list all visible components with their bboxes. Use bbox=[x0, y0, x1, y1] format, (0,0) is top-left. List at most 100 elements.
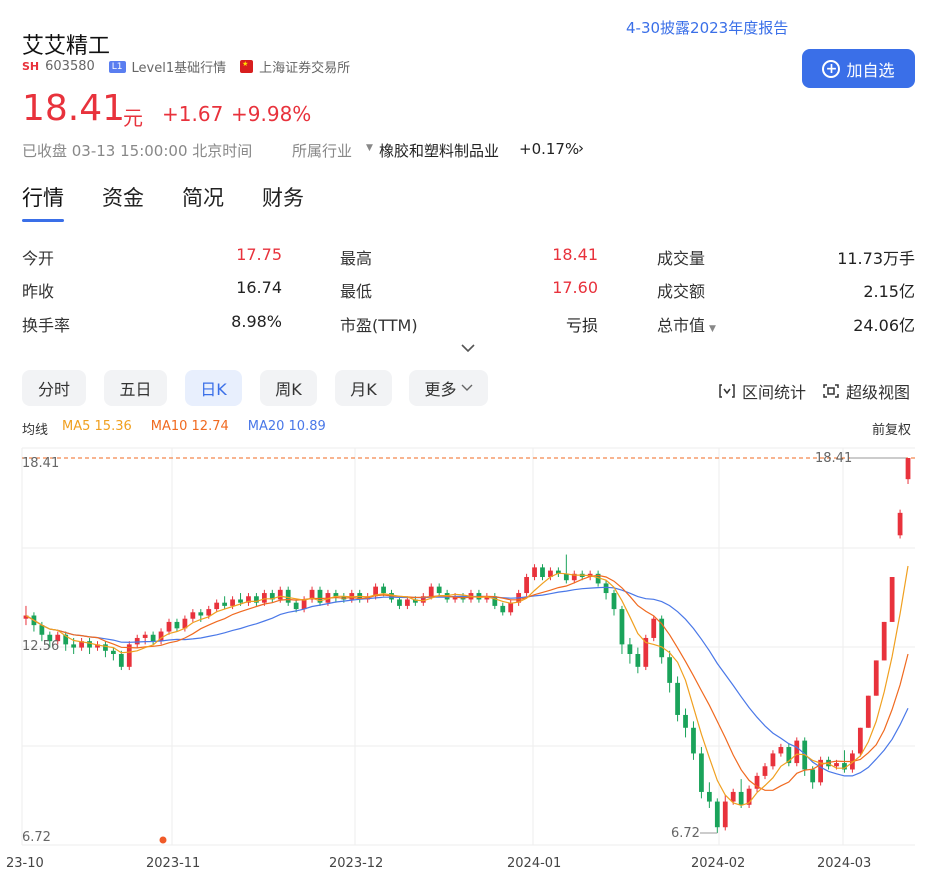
stat-value: 24.06亿 bbox=[853, 316, 915, 335]
period-weekly-k[interactable]: 周K bbox=[260, 370, 317, 406]
stat-value: 16.74 bbox=[236, 278, 282, 297]
tab-profile[interactable]: 简况 bbox=[182, 182, 224, 212]
price-change-pct: +9.98% bbox=[231, 102, 312, 126]
candle-body bbox=[675, 682, 680, 715]
add-watchlist-label: 加自选 bbox=[846, 60, 895, 80]
caret-down-icon[interactable]: ▼ bbox=[709, 324, 716, 334]
legend-ma10: MA10 12.74 bbox=[150, 419, 229, 434]
price-change: +1.67 bbox=[162, 102, 224, 126]
candle-body bbox=[190, 612, 196, 619]
caret-down-icon[interactable]: ▼ bbox=[366, 143, 373, 153]
candle-body bbox=[381, 586, 386, 594]
stat-label: 成交量 bbox=[657, 249, 706, 268]
super-view-button[interactable]: 超级视图 bbox=[822, 379, 910, 403]
x-tick-label: 2024-02 bbox=[691, 856, 745, 871]
candle-body bbox=[222, 602, 228, 606]
candle-body bbox=[770, 753, 776, 767]
candle-body bbox=[540, 567, 545, 578]
high-marker-label: 18.41 bbox=[815, 451, 852, 466]
candle-body bbox=[532, 567, 537, 578]
candle-body bbox=[111, 650, 116, 655]
candle-body bbox=[699, 753, 704, 792]
china-flag-icon bbox=[240, 60, 254, 73]
period-5day[interactable]: 五日 bbox=[104, 370, 167, 406]
candle-body bbox=[603, 583, 609, 594]
candle-body bbox=[277, 589, 283, 600]
candle-body bbox=[500, 605, 506, 613]
candlestick-chart[interactable]: 18.41 12.56 6.72 18.41 6.72 23-10 2023-11 2023-… bbox=[0, 440, 948, 878]
candle-body bbox=[206, 609, 212, 616]
y-tick-label: 6.72 bbox=[22, 830, 51, 845]
x-tick-label: 2023-11 bbox=[146, 856, 200, 871]
candle-body bbox=[87, 641, 92, 648]
stat-label: 市盈(TTM) bbox=[340, 316, 418, 335]
annual-report-link[interactable]: 4-30披露2023年度报告 bbox=[626, 17, 788, 38]
add-watchlist-button[interactable]: + 加自选 bbox=[802, 49, 915, 88]
period-monthly-k[interactable]: 月K bbox=[335, 370, 392, 406]
exchange-name: 上海证券交易所 bbox=[259, 61, 351, 76]
tab-market[interactable]: 行情 bbox=[22, 182, 64, 222]
stat-value: 亏损 bbox=[565, 316, 598, 335]
candle-body bbox=[301, 599, 307, 610]
candle-body bbox=[214, 602, 220, 610]
period-more[interactable]: 更多 bbox=[409, 370, 488, 406]
candle-body bbox=[118, 654, 124, 667]
fullscreen-icon bbox=[823, 384, 839, 398]
candle-body bbox=[285, 589, 291, 603]
range-stats-button[interactable]: 区间统计 bbox=[718, 379, 806, 403]
ma5-line bbox=[25, 565, 909, 807]
level1-icon: L1 bbox=[108, 60, 126, 73]
tab-finance[interactable]: 财务 bbox=[262, 182, 304, 212]
adjust-mode[interactable]: 前复权 bbox=[872, 419, 911, 438]
candle-body bbox=[405, 599, 410, 606]
candle-body bbox=[794, 740, 800, 764]
super-view-label: 超级视图 bbox=[846, 383, 911, 402]
stat-value: 2.15亿 bbox=[863, 282, 915, 301]
candle-body bbox=[563, 573, 569, 581]
candle-body bbox=[778, 747, 784, 754]
expand-chevron-icon[interactable] bbox=[460, 341, 476, 357]
candle-body bbox=[834, 763, 839, 767]
period-daily-k[interactable]: 日K bbox=[185, 370, 242, 406]
candle-body bbox=[857, 727, 863, 754]
stock-code: 603580 bbox=[45, 59, 95, 74]
period-intraday[interactable]: 分时 bbox=[22, 370, 86, 406]
stat-label: 换手率 bbox=[22, 316, 71, 335]
candle-body bbox=[166, 621, 172, 632]
candle-body bbox=[762, 766, 768, 776]
legend-ma20: MA20 10.89 bbox=[247, 419, 326, 434]
candle-body bbox=[142, 634, 148, 638]
candle-body bbox=[730, 791, 736, 802]
candle-body bbox=[691, 727, 696, 754]
candle-body bbox=[667, 657, 673, 683]
candle-body bbox=[134, 637, 140, 645]
y-tick-label: 12.56 bbox=[22, 639, 59, 654]
y-tick-label: 18.41 bbox=[22, 456, 59, 471]
stat-label: 最高 bbox=[340, 249, 373, 268]
main-tabs: 行情 资金 简况 财务 bbox=[22, 182, 304, 222]
ma-legend: 均线 MA5 15.36 MA10 12.74 MA20 10.89 bbox=[22, 419, 326, 438]
ma10-line bbox=[25, 574, 909, 791]
stock-name: 艾艾精工 bbox=[22, 34, 111, 59]
candle-body bbox=[889, 577, 895, 622]
candle-body bbox=[293, 602, 299, 610]
stat-label: 今开 bbox=[22, 249, 55, 268]
x-tick-label: 2024-01 bbox=[507, 856, 561, 871]
stat-value: 18.41 bbox=[552, 245, 598, 264]
x-tick-label: 2023-12 bbox=[329, 856, 383, 871]
candle-body bbox=[397, 599, 402, 606]
chevron-right-icon[interactable]: › bbox=[578, 139, 584, 157]
stat-value: 8.98% bbox=[231, 312, 282, 331]
candle-body bbox=[611, 593, 617, 610]
candle-body bbox=[508, 602, 514, 613]
candle-body bbox=[905, 458, 911, 480]
period-more-label: 更多 bbox=[424, 380, 457, 399]
stat-value: 17.60 bbox=[552, 278, 598, 297]
current-price: 18.41 bbox=[22, 88, 126, 129]
tab-funds[interactable]: 资金 bbox=[102, 182, 144, 212]
stat-label: 总市值 ▼ bbox=[657, 316, 716, 335]
industry-name[interactable]: 橡胶和塑料制品业 bbox=[379, 140, 499, 161]
candle-body bbox=[198, 612, 204, 616]
range-stats-label: 区间统计 bbox=[742, 383, 807, 402]
candle-body bbox=[683, 714, 688, 728]
